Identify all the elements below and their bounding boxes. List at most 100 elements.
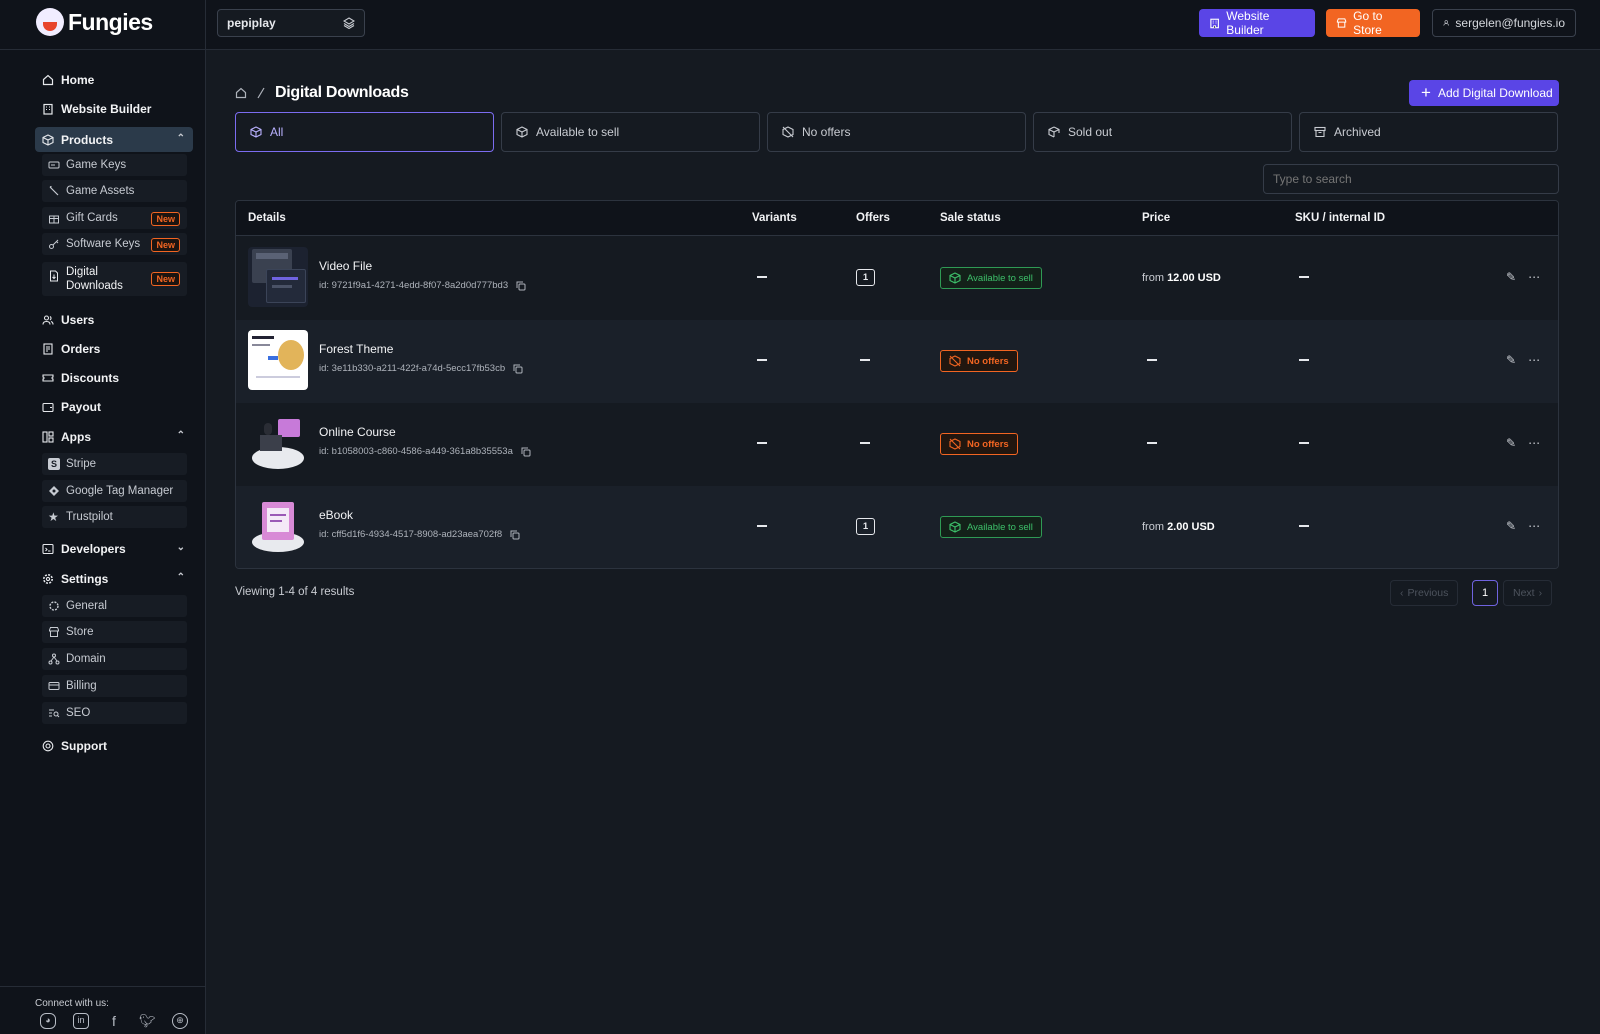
box-icon <box>949 521 961 533</box>
wallet-icon <box>42 402 54 412</box>
sidebar-item-domain[interactable]: Domain <box>42 648 187 670</box>
sidebar-item-website-builder[interactable]: Website Builder <box>35 96 193 121</box>
code-icon <box>42 543 54 554</box>
column-variants: Variants <box>752 212 797 224</box>
facebook-icon[interactable]: f <box>106 1013 122 1029</box>
linkedin-icon[interactable]: in <box>73 1013 89 1029</box>
seo-search-icon <box>49 709 60 718</box>
sidebar-item-general[interactable]: General <box>42 595 187 617</box>
table-row[interactable]: eBook id: cff5d1f6-4934-4517-8908-ad23ae… <box>236 486 1558 568</box>
twitter-icon[interactable]: 🐦︎ <box>139 1013 156 1029</box>
price-empty <box>1147 442 1157 444</box>
box-icon <box>250 126 262 138</box>
box-icon <box>42 133 54 146</box>
next-page-button[interactable]: Next › <box>1503 580 1553 606</box>
sidebar-item-discounts[interactable]: Discounts <box>35 365 193 390</box>
product-name[interactable]: Forest Theme <box>319 342 393 356</box>
add-digital-download-button[interactable]: + Add Digital Download <box>1409 80 1559 106</box>
more-options-icon[interactable]: ⋯ <box>1528 519 1540 533</box>
tab-available-to-sell[interactable]: Available to sell <box>501 112 760 152</box>
box-off-icon <box>949 438 961 450</box>
sidebar-item-seo[interactable]: SEO <box>42 702 187 724</box>
box-icon <box>949 272 961 284</box>
discord-icon[interactable]: ◕ <box>40 1013 56 1029</box>
stripe-icon: S <box>48 458 60 470</box>
social-links: ◕ in f 🐦︎ ⊕ <box>40 1013 188 1029</box>
store-icon <box>1336 18 1347 28</box>
edit-icon[interactable]: ✎ <box>1506 353 1516 367</box>
edit-icon[interactable]: ✎ <box>1506 270 1516 284</box>
store-selector[interactable]: pepiplay <box>217 9 365 37</box>
more-options-icon[interactable]: ⋯ <box>1528 436 1540 450</box>
globe-icon[interactable]: ⊕ <box>172 1013 188 1029</box>
tab-archived[interactable]: Archived <box>1299 112 1558 152</box>
tab-all[interactable]: All <box>235 112 494 152</box>
sidebar-item-game-assets[interactable]: Game Assets <box>42 180 187 202</box>
sidebar-item-software-keys[interactable]: Software Keys New <box>42 233 187 255</box>
table-row[interactable]: Forest Theme id: 3e11b330-a211-422f-a74d… <box>236 320 1558 403</box>
copy-icon[interactable] <box>521 447 531 457</box>
users-icon <box>42 314 54 325</box>
sidebar-item-digital-downloads[interactable]: Digital Downloads New <box>42 262 187 296</box>
column-sale-status: Sale status <box>940 212 1001 224</box>
copy-icon[interactable] <box>516 281 526 291</box>
gear-icon <box>43 573 53 584</box>
sidebar-item-game-keys[interactable]: Game Keys <box>42 154 187 176</box>
product-name[interactable]: eBook <box>319 508 353 522</box>
store-icon <box>49 627 59 637</box>
edit-icon[interactable]: ✎ <box>1506 519 1516 533</box>
sidebar-item-gift-cards[interactable]: Gift Cards New <box>42 207 187 229</box>
status-badge: No offers <box>940 350 1018 372</box>
more-options-icon[interactable]: ⋯ <box>1528 270 1540 284</box>
chevron-down-icon: ⌄ <box>176 542 185 553</box>
sidebar-footer-divider <box>0 986 205 987</box>
home-icon <box>42 74 54 85</box>
tab-sold-out[interactable]: Sold out <box>1033 112 1292 152</box>
sidebar-item-trustpilot[interactable]: ★ Trustpilot <box>42 506 187 528</box>
sidebar-item-google-tag-manager[interactable]: Google Tag Manager <box>42 480 187 502</box>
search-input[interactable] <box>1263 164 1559 194</box>
offers-count: 1 <box>856 518 875 535</box>
chevron-up-icon: ⌃ <box>176 572 185 583</box>
sidebar-item-billing[interactable]: Billing <box>42 675 187 697</box>
table-row[interactable]: Online Course id: b1058003-c860-4586-a44… <box>236 403 1558 486</box>
tag-manager-icon <box>49 486 59 496</box>
previous-page-button[interactable]: ‹ Previous <box>1390 580 1459 606</box>
go-to-store-button[interactable]: Go to Store <box>1326 9 1420 37</box>
new-badge: New <box>151 238 180 252</box>
sidebar-item-products[interactable]: Products ⌃ <box>35 127 193 152</box>
sidebar-item-stripe[interactable]: S Stripe <box>42 453 187 475</box>
file-download-icon <box>50 270 58 282</box>
sidebar-item-support[interactable]: Support <box>35 733 193 758</box>
sidebar-item-store[interactable]: Store <box>42 621 187 643</box>
home-icon[interactable] <box>235 87 247 99</box>
receipt-icon <box>43 342 53 355</box>
user-menu-button[interactable]: sergelen@fungies.io <box>1432 9 1576 37</box>
edit-icon[interactable]: ✎ <box>1506 436 1516 450</box>
star-icon: ★ <box>48 510 59 524</box>
sidebar-item-users[interactable]: Users <box>35 307 193 332</box>
more-options-icon[interactable]: ⋯ <box>1528 353 1540 367</box>
sidebar-item-orders[interactable]: Orders <box>35 336 193 361</box>
product-name[interactable]: Video File <box>319 259 372 273</box>
product-id: id: b1058003-c860-4586-a449-361a8b35553a <box>319 446 513 457</box>
app-logo[interactable]: Fungies <box>36 8 153 36</box>
website-builder-button[interactable]: Website Builder <box>1199 9 1315 37</box>
product-thumbnail <box>248 496 308 556</box>
building-icon <box>1210 18 1219 29</box>
copy-icon[interactable] <box>510 530 520 540</box>
sidebar-item-payout[interactable]: Payout <box>35 394 193 419</box>
price-empty <box>1147 359 1157 361</box>
copy-icon[interactable] <box>513 364 523 374</box>
product-id: id: 9721f9a1-4271-4edd-8f07-8a2d0d777bd3 <box>319 280 509 291</box>
logo-icon <box>36 8 64 36</box>
tab-no-offers[interactable]: No offers <box>767 112 1026 152</box>
product-name[interactable]: Online Course <box>319 425 396 439</box>
table-row[interactable]: Video File id: 9721f9a1-4271-4edd-8f07-8… <box>236 237 1558 320</box>
sidebar-item-home[interactable]: Home <box>35 67 193 92</box>
sidebar-item-apps[interactable]: Apps ⌃ <box>35 424 193 449</box>
sidebar-item-developers[interactable]: Developers ⌄ <box>35 536 193 561</box>
sidebar-item-settings[interactable]: Settings ⌃ <box>35 566 193 591</box>
current-page-button[interactable]: 1 <box>1472 580 1498 606</box>
apps-icon <box>42 430 54 443</box>
